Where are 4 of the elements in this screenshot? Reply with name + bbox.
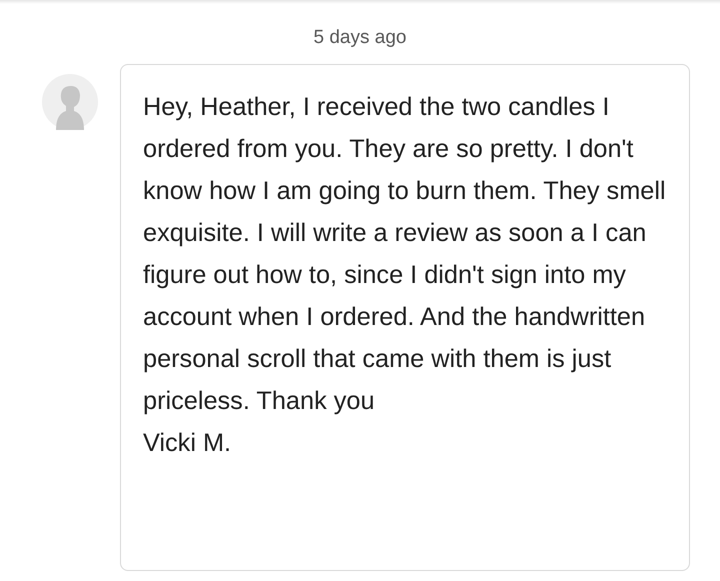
- message-text: Hey, Heather, I received the two candles I ordered from you. They are so pretty. I don't know how I am going to burn them. They smell exquisite. I will write a review as soon a I can figure out how to, since I didn't sign into my account when I ordered. And the handwritten personal scroll that came with them is just priceless. Thank you: [143, 92, 667, 417]
- avatar-icon: [42, 74, 98, 130]
- message-timestamp: 5 days ago: [314, 26, 406, 50]
- message-signature: Vicki M.: [143, 428, 232, 459]
